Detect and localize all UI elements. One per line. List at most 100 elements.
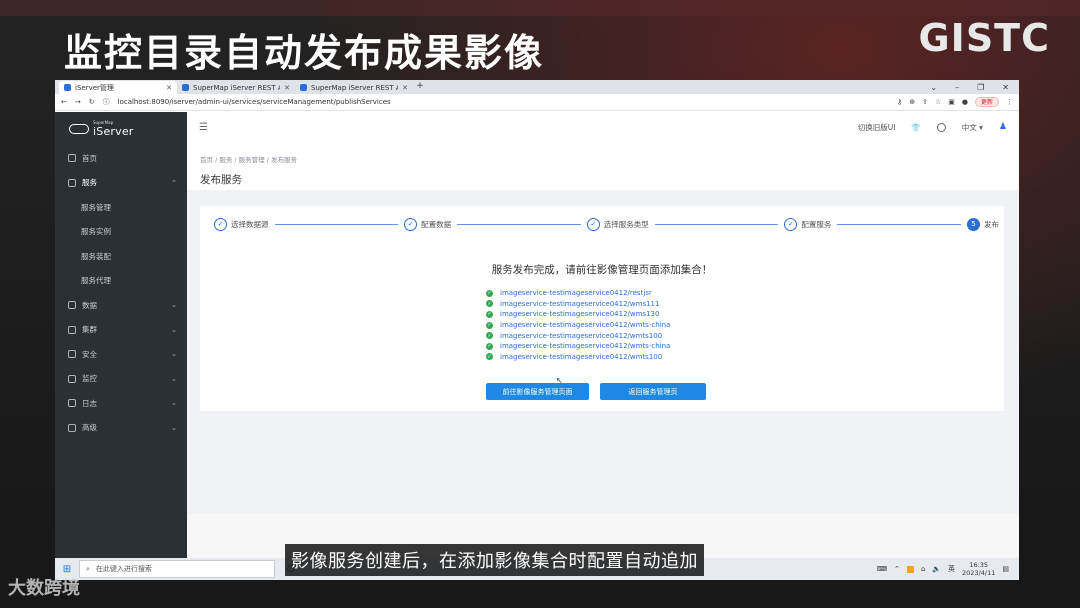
browser-tab-iserver-admin[interactable]: iServer管理 ✕: [59, 81, 177, 94]
list-item: ✓ imageservice-testimageservice0412/restj…: [486, 288, 670, 299]
top-bar-actions: 切换旧版UI 👕 中文 ▾ ♟: [858, 122, 1007, 133]
sidebar-subitem-service-instances[interactable]: 服务实例: [55, 220, 187, 245]
monitor-icon: [68, 374, 76, 383]
sidebar-item-label: 监控: [82, 374, 97, 384]
browser-update-button[interactable]: 更新: [974, 97, 999, 107]
taskbar-search-placeholder: 在此键入进行搜索: [95, 565, 152, 573]
switch-old-ui-link[interactable]: 切换旧版UI: [858, 122, 896, 133]
service-link[interactable]: imageservice-testimageservice0412/wms130: [500, 310, 659, 318]
minimize-icon[interactable]: –: [955, 83, 959, 92]
sidebar-item-label: 集群: [82, 325, 97, 335]
bookmark-star-icon[interactable]: ☆: [935, 98, 941, 106]
url-field[interactable]: localhost:8090/iserver/admin-ui/services…: [118, 98, 889, 106]
help-icon[interactable]: [936, 122, 946, 132]
language-select[interactable]: 中文 ▾: [962, 122, 983, 133]
network-icon[interactable]: ⌂: [921, 565, 925, 573]
sidebar-item-security[interactable]: 安全 ⌄: [55, 342, 187, 367]
sidebar-item-advanced[interactable]: 高级 ⌄: [55, 416, 187, 441]
sidebar-subitem-service-assembly[interactable]: 服务装配: [55, 244, 187, 269]
watermark: 大数跨境: [8, 578, 80, 599]
close-icon[interactable]: ✕: [166, 84, 172, 92]
forward-icon[interactable]: →: [75, 98, 81, 106]
sidebar-item-label: 日志: [82, 398, 97, 408]
step-label: 发布: [984, 219, 999, 229]
sidebar-panel-icon[interactable]: ▣: [948, 98, 955, 106]
tab-label: iServer管理: [75, 83, 114, 92]
zoom-icon[interactable]: ⊕: [909, 98, 915, 106]
sidebar-item-cluster[interactable]: 集群 ⌄: [55, 318, 187, 343]
shirt-theme-icon[interactable]: 👕: [911, 123, 920, 132]
keyboard-icon[interactable]: ⌨: [877, 565, 887, 573]
sidebar-item-monitor[interactable]: 监控 ⌄: [55, 367, 187, 392]
sidebar-subitem-service-proxy[interactable]: 服务代理: [55, 269, 187, 294]
service-link-list: ✓ imageservice-testimageservice0412/restj…: [486, 288, 670, 362]
breadcrumb: 首页 / 服务 / 服务管理 / 发布服务: [200, 156, 297, 164]
close-icon[interactable]: ✕: [284, 84, 290, 92]
step-connector: [457, 223, 581, 225]
key-icon[interactable]: ⚷: [897, 98, 902, 106]
info-icon[interactable]: ⓘ: [103, 97, 110, 107]
service-link[interactable]: imageservice-testimageservice0412/wmts-c…: [500, 321, 670, 329]
chevron-down-icon[interactable]: ⌄: [930, 83, 937, 92]
success-check-icon: ✓: [486, 353, 493, 361]
step-select-datasource: ✓ 选择数据源: [214, 217, 269, 231]
service-link[interactable]: imageservice-testimageservice0412/wmts-c…: [500, 342, 670, 350]
iserver-logo: SuperMap iServer: [55, 112, 187, 146]
browser-tab-rest-api[interactable]: SuperMap iServer REST API ✕: [177, 81, 295, 94]
reload-icon[interactable]: ↻: [89, 98, 95, 106]
menu-toggle-icon[interactable]: ☰: [199, 122, 208, 133]
supermap-favicon-icon: [300, 84, 307, 91]
brand-logo: GISTC: [918, 16, 1050, 60]
tab-label: SuperMap iServer REST API: [193, 83, 281, 92]
close-icon[interactable]: ✕: [402, 84, 408, 92]
window-controls: ⌄ – ❐ ✕: [930, 81, 1019, 94]
share-icon[interactable]: ⇪: [922, 98, 928, 106]
search-icon: ⌕: [86, 564, 90, 573]
browser-tab-rest-api-2[interactable]: SuperMap iServer REST API ✕: [295, 81, 413, 94]
step-select-service-type: ✓ 选择服务类型: [586, 217, 649, 231]
chevron-up-icon[interactable]: ⌃: [894, 565, 900, 573]
step-number-badge: 5: [967, 217, 980, 231]
back-to-service-management-button[interactable]: 返回服务管理页: [600, 383, 706, 400]
step-connector: [837, 223, 961, 225]
tab-label: SuperMap iServer REST API: [311, 83, 399, 92]
iserver-app: SuperMap iServer 首页 服务 ⌃ 服务管理 服务实例 服务装配 …: [55, 112, 1019, 560]
step-label: 配置服务: [801, 219, 832, 229]
address-bar-actions: ⚷ ⊕ ⇪ ☆ ▣ ● 更新 ⋮: [897, 97, 1013, 107]
volume-icon[interactable]: 🔈: [932, 565, 941, 573]
frame-top-band: [0, 0, 1080, 16]
new-tab-button[interactable]: +: [413, 81, 427, 94]
taskbar-clock[interactable]: 16:35 2023/4/11: [962, 561, 995, 577]
service-link[interactable]: imageservice-testimageservice0412/restjs…: [500, 289, 652, 297]
close-window-icon[interactable]: ✕: [1002, 83, 1009, 92]
back-icon[interactable]: ←: [61, 98, 67, 106]
service-link[interactable]: imageservice-testimageservice0412/wms111: [500, 300, 659, 308]
sidebar-item-data[interactable]: 数据 ⌄: [55, 293, 187, 318]
goto-image-service-management-button[interactable]: 前往影像服务管理页面: [486, 383, 589, 400]
database-icon: [68, 301, 76, 310]
more-menu-icon[interactable]: ⋮: [1006, 98, 1013, 106]
restore-icon[interactable]: ❐: [977, 83, 984, 92]
service-link[interactable]: imageservice-testimageservice0412/wmts10…: [500, 353, 662, 361]
windows-start-icon[interactable]: ⊞: [55, 564, 79, 575]
notification-icon[interactable]: ▤: [1002, 565, 1009, 573]
service-link[interactable]: imageservice-testimageservice0412/wmts10…: [500, 332, 662, 340]
sidebar-item-logs[interactable]: 日志 ⌄: [55, 391, 187, 416]
user-icon[interactable]: ♟: [999, 122, 1007, 132]
sidebar-subitem-service-management[interactable]: 服务管理: [55, 195, 187, 220]
brand-logo-text: GISTC: [918, 16, 1050, 60]
step-connector: [274, 223, 399, 225]
profile-icon[interactable]: ●: [962, 98, 968, 106]
list-item: ✓ imageservice-testimageservice0412/wms13…: [486, 309, 670, 320]
sidebar: SuperMap iServer 首页 服务 ⌃ 服务管理 服务实例 服务装配 …: [55, 112, 187, 560]
system-tray: ⌨ ⌃ ⌂ 🔈 英 16:35 2023/4/11 ▤: [877, 561, 1019, 577]
sidebar-item-services[interactable]: 服务 ⌃: [55, 171, 187, 196]
list-item: ✓ imageservice-testimageservice0412/wms11…: [486, 299, 670, 310]
ime-indicator[interactable]: 英: [948, 564, 955, 574]
tray-app-icon[interactable]: [906, 565, 914, 573]
chevron-down-icon: ⌄: [171, 399, 177, 408]
taskbar-search-input[interactable]: ⌕ 在此键入进行搜索: [79, 560, 275, 578]
sidebar-item-home[interactable]: 首页: [55, 146, 187, 171]
chevron-down-icon: ⌄: [171, 423, 177, 432]
browser-tabstrip: iServer管理 ✕ SuperMap iServer REST API ✕ …: [55, 80, 1019, 94]
